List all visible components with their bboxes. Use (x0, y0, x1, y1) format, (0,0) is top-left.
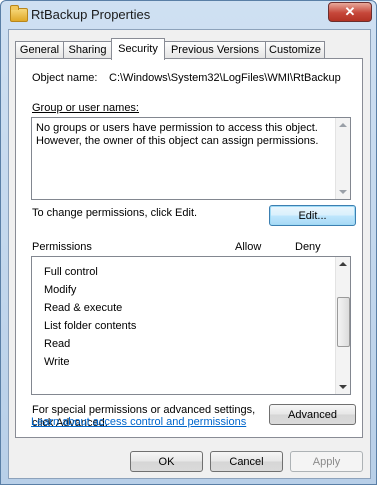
cancel-button[interactable]: Cancel (210, 451, 283, 472)
folder-icon (10, 5, 28, 22)
tab-security[interactable]: Security (111, 38, 165, 60)
group-user-listbox[interactable]: No groups or users have permission to ac… (31, 117, 351, 200)
tab-customize[interactable]: Customize (265, 41, 325, 59)
permission-list-folder-contents: List folder contents (44, 320, 137, 332)
group-or-user-names-label: Group or user names: (32, 102, 139, 114)
dialog-client-area: General Sharing Security Previous Versio… (8, 29, 371, 479)
close-button[interactable]: ✕ (328, 2, 372, 22)
permissions-listbox[interactable]: Full control Modify Read & execute List … (31, 256, 351, 395)
scrollbar-thumb[interactable] (337, 297, 350, 347)
allow-column-header: Allow (235, 241, 262, 253)
permission-modify: Modify (44, 284, 77, 296)
group-message-line-2: However, the owner of this object can as… (36, 135, 319, 147)
permission-write: Write (44, 356, 70, 368)
security-tab-panel: Object name: C:\Windows\System32\LogFile… (15, 58, 363, 438)
scroll-down-arrow-icon[interactable] (339, 190, 347, 194)
tab-general[interactable]: General (15, 41, 64, 59)
deny-column-header: Deny (295, 241, 321, 253)
permission-read: Read (44, 338, 71, 350)
properties-window: RtBackup Properties ✕ General Sharing Se… (0, 0, 377, 485)
object-name-value: C:\Windows\System32\LogFiles\WMI\RtBacku… (109, 72, 341, 84)
tab-sharing[interactable]: Sharing (63, 41, 112, 59)
window-title: RtBackup Properties (31, 7, 151, 22)
group-list-scrollbar[interactable] (335, 118, 350, 199)
title-bar[interactable]: RtBackup Properties ✕ (1, 1, 376, 29)
tab-previous-versions[interactable]: Previous Versions (164, 41, 266, 59)
edit-button[interactable]: Edit... (269, 205, 356, 226)
permissions-label: Permissions (32, 241, 92, 253)
permission-full-control: Full control (44, 266, 98, 278)
permissions-scrollbar[interactable] (335, 257, 350, 394)
scroll-up-arrow-icon[interactable] (339, 123, 347, 127)
scroll-up-arrow-icon[interactable] (339, 262, 347, 266)
special-permissions-text-line-1: For special permissions or advanced sett… (32, 404, 256, 416)
advanced-button[interactable]: Advanced (269, 404, 356, 425)
group-message-line-1: No groups or users have permission to ac… (36, 122, 318, 134)
object-name-label: Object name: (32, 72, 98, 84)
ok-button[interactable]: OK (130, 451, 203, 472)
scroll-down-arrow-icon[interactable] (339, 385, 347, 389)
permission-read-execute: Read & execute (44, 302, 123, 314)
change-permissions-text: To change permissions, click Edit. (32, 207, 198, 219)
close-icon: ✕ (344, 4, 356, 19)
apply-button[interactable]: Apply (290, 451, 363, 472)
learn-access-control-link[interactable]: Learn about access control and permissio… (31, 416, 246, 428)
